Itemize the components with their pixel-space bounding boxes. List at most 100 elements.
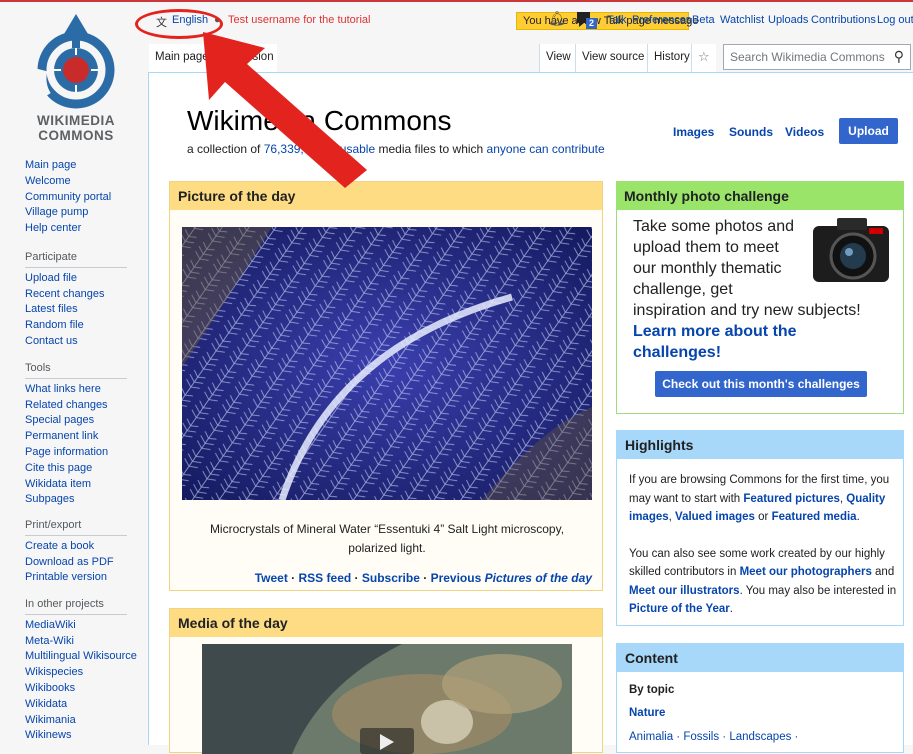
anyone-contribute-link[interactable]: anyone can contribute — [487, 142, 605, 156]
sidebar-navigation: Main page Welcome Community portal Villa… — [25, 158, 111, 237]
search-icon[interactable]: ⚲ — [894, 48, 904, 65]
username-link[interactable]: Test username for the tutorial — [228, 14, 370, 26]
nature-link[interactable]: Nature — [629, 707, 665, 719]
watchlist-link[interactable]: Watchlist — [720, 14, 764, 26]
sidebar-heading-tools[interactable]: Tools — [25, 361, 127, 379]
sidebar-item-main-page[interactable]: Main page — [25, 158, 111, 174]
watch-star-icon[interactable]: ☆ — [691, 44, 716, 72]
sidebar-item-help-center[interactable]: Help center — [25, 221, 111, 237]
uploads-link[interactable]: Uploads — [768, 14, 808, 26]
preferences-link[interactable]: Preferences — [632, 14, 691, 26]
hl-end-1: . — [856, 511, 860, 523]
commons-logo-icon — [35, 14, 115, 109]
rss-feed-link[interactable]: RSS feed — [299, 571, 352, 585]
previous-link[interactable]: Previous — [431, 571, 482, 585]
logo-line2: COMMONS — [38, 128, 114, 143]
sidebar-item-welcome[interactable]: Welcome — [25, 174, 111, 190]
sidebar-item-wikidata[interactable]: Wikidata — [25, 697, 137, 713]
content-box: Content By topic Nature Animalia · Fossi… — [616, 643, 904, 753]
sidebar-item-wikimania[interactable]: Wikimania — [25, 713, 137, 729]
sidebar-heading-other-projects[interactable]: In other projects — [25, 597, 127, 615]
monthly-photo-challenge-box: Monthly photo challenge Take some photos… — [616, 181, 904, 414]
sidebar-heading-participate[interactable]: Participate — [25, 250, 127, 268]
by-topic-label: By topic — [629, 684, 675, 696]
hl-end-2: . — [729, 603, 733, 615]
featured-media-link[interactable]: Featured media — [772, 511, 857, 523]
logo-wordmark: WIKIMEDIA COMMONS — [16, 113, 136, 143]
sidebar-item-community-portal[interactable]: Community portal — [25, 190, 111, 206]
wikimedia-commons-logo[interactable]: WIKIMEDIA COMMONS — [16, 8, 136, 143]
sidebar-item-village-pump[interactable]: Village pump — [25, 205, 111, 221]
logo-line1: WIKIMEDIA — [37, 113, 115, 128]
sidebar-item-permanent-link[interactable]: Permanent link — [25, 429, 127, 445]
sidebar-item-page-information[interactable]: Page information — [25, 445, 127, 461]
sidebar-item-wikinews[interactable]: Wikinews — [25, 728, 137, 744]
sidebar-print-export: Print/export Create a book Download as P… — [25, 518, 127, 586]
sidebar-item-cite-this-page[interactable]: Cite this page — [25, 461, 127, 477]
tweet-link[interactable]: Tweet — [255, 571, 288, 585]
meet-illustrators-link[interactable]: Meet our illustrators — [629, 585, 740, 597]
upload-button[interactable]: Upload — [839, 118, 898, 144]
talk-link[interactable]: Talk — [607, 14, 627, 26]
notices-icon[interactable] — [576, 9, 598, 32]
sidebar-item-recent-changes[interactable]: Recent changes — [25, 287, 127, 303]
sidebar-item-upload-file[interactable]: Upload file — [25, 271, 127, 287]
sidebar-item-multilingual-wikisource[interactable]: Multilingual Wikisource — [25, 649, 137, 665]
highlights-paragraph-2: You can also see some work created by ou… — [629, 545, 897, 619]
pictures-of-the-day-link[interactable]: Pictures of the day — [485, 571, 592, 585]
search-input[interactable]: Search Wikimedia Commons ⚲ — [723, 44, 911, 70]
potd-sep-2: · — [351, 571, 362, 585]
tab-history[interactable]: History — [647, 44, 696, 72]
sidebar-item-meta-wiki[interactable]: Meta-Wiki — [25, 634, 137, 650]
sidebar-tools: Tools What links here Related changes Sp… — [25, 361, 127, 508]
sidebar-item-subpages[interactable]: Subpages — [25, 492, 127, 508]
personal-toolbar: 文 English ● Test username for the tutori… — [152, 9, 913, 32]
learn-more-link[interactable]: Learn more about the — [633, 321, 903, 342]
mpc-description: Take some photos and upload them to meet… — [633, 216, 903, 363]
beta-link[interactable]: Beta — [692, 14, 715, 26]
highlights-heading: Highlights — [617, 431, 903, 459]
annotation-arrow-icon — [203, 32, 367, 188]
top-border — [0, 0, 913, 2]
topics-line[interactable]: Animalia · Fossils · Landscapes · — [629, 731, 798, 743]
contributions-link[interactable]: Contributions — [811, 14, 876, 26]
hl-and: and — [871, 566, 895, 578]
images-link[interactable]: Images — [673, 125, 714, 139]
notification-count: 2 — [589, 18, 595, 28]
sounds-link[interactable]: Sounds — [729, 125, 773, 139]
sidebar-item-wikibooks[interactable]: Wikibooks — [25, 681, 137, 697]
sidebar-item-latest-files[interactable]: Latest files — [25, 302, 127, 318]
tab-view[interactable]: View — [539, 44, 577, 72]
mpc-line-2: upload them to meet — [633, 239, 779, 256]
sidebar-item-download-pdf[interactable]: Download as PDF — [25, 555, 127, 571]
sidebar-item-wikidata-item[interactable]: Wikidata item — [25, 477, 127, 493]
sidebar-item-wikispecies[interactable]: Wikispecies — [25, 665, 137, 681]
picture-of-the-day-box: Picture of the day Microcrystals of Mine… — [169, 181, 603, 591]
mpc-line-3: our monthly thematic — [633, 260, 782, 277]
subscribe-link[interactable]: Subscribe — [362, 571, 420, 585]
potd-image[interactable] — [182, 227, 592, 500]
sidebar-item-create-book[interactable]: Create a book — [25, 539, 127, 555]
sidebar-item-contact-us[interactable]: Contact us — [25, 334, 127, 350]
sidebar-other-projects: In other projects MediaWiki Meta-Wiki Mu… — [25, 597, 137, 744]
motd-video-thumbnail[interactable] — [202, 644, 572, 754]
sidebar-item-printable-version[interactable]: Printable version — [25, 570, 127, 586]
picture-of-year-link[interactable]: Picture of the Year — [629, 603, 730, 615]
meet-photographers-link[interactable]: Meet our photographers — [740, 566, 872, 578]
content-heading: Content — [617, 644, 903, 672]
sidebar-item-related-changes[interactable]: Related changes — [25, 398, 127, 414]
sidebar-item-what-links-here[interactable]: What links here — [25, 382, 127, 398]
sidebar-item-special-pages[interactable]: Special pages — [25, 413, 127, 429]
sidebar-participate: Participate Upload file Recent changes L… — [25, 250, 127, 350]
check-challenges-button[interactable]: Check out this month's challenges — [655, 371, 867, 397]
sidebar-item-mediawiki[interactable]: MediaWiki — [25, 618, 137, 634]
logout-link[interactable]: Log out — [877, 14, 913, 26]
sidebar-item-random-file[interactable]: Random file — [25, 318, 127, 334]
featured-pictures-link[interactable]: Featured pictures — [743, 493, 840, 505]
valued-images-link[interactable]: Valued images — [675, 511, 755, 523]
tab-view-source[interactable]: View source — [575, 44, 651, 72]
learn-more-link-2[interactable]: challenges! — [633, 342, 903, 363]
videos-link[interactable]: Videos — [785, 125, 824, 139]
sidebar-heading-print[interactable]: Print/export — [25, 518, 127, 536]
bell-icon[interactable]: 🔔︎ — [548, 10, 566, 27]
